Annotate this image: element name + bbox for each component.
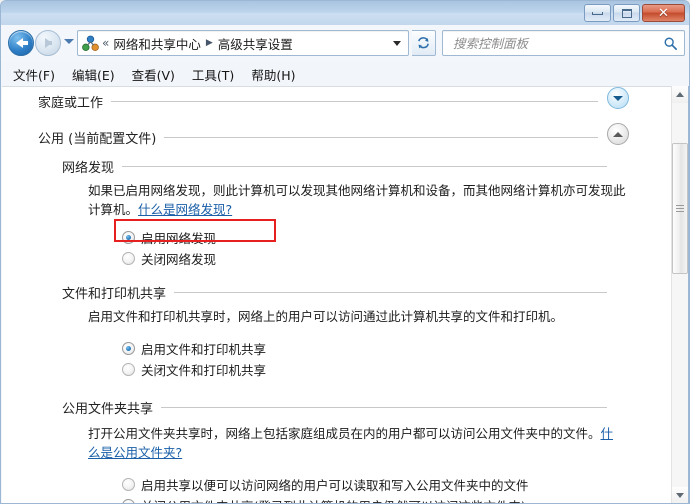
network-sharing-icon [82, 35, 99, 51]
file-printer-sharing-description: 启用文件和打印机共享时，网络上的用户可以访问通过此计算机共享的文件和打印机。 [88, 309, 564, 324]
refresh-button[interactable] [412, 30, 436, 56]
control-panel-window: ✕ « 网络和共享中心 ▶ 高级共享设置 搜索控制面板 文件(F) 编辑(E) … [0, 0, 690, 504]
window-controls: ✕ [584, 4, 685, 22]
radio-disable-file-printer-sharing[interactable]: 关闭文件和打印机共享 [122, 360, 266, 379]
radio-label-disable-file-printer-sharing: 关闭文件和打印机共享 [141, 363, 267, 378]
header-rule [174, 292, 607, 293]
close-icon: ✕ [658, 5, 669, 21]
profile-title-public: 公用 (当前配置文件) [38, 132, 157, 147]
menu-view[interactable]: 查看(V) [132, 65, 175, 84]
header-rule [161, 407, 607, 408]
menu-file[interactable]: 文件(F) [13, 65, 55, 84]
settings-pane: 家庭或工作 公用 (当前配置文件) 网络发现 如果已启用网络发现，则此计算机可以… [2, 86, 688, 503]
radio-indicator-selected [122, 231, 135, 244]
section-title-public-folder-sharing: 公用文件夹共享 [62, 402, 154, 417]
section-header-file-printer-sharing: 文件和打印机共享 [62, 283, 607, 302]
address-dropdown-button[interactable] [388, 31, 406, 55]
breadcrumb-network-center[interactable]: 网络和共享中心 [113, 34, 201, 53]
maximize-icon [621, 8, 632, 18]
radio-indicator-unselected [122, 478, 135, 491]
history-dropdown-icon[interactable] [64, 39, 74, 44]
network-discovery-desc-line2: 计算机。 [88, 202, 139, 217]
radio-indicator-selected [122, 342, 135, 355]
vertical-scrollbar[interactable] [671, 86, 688, 503]
address-bar-row: « 网络和共享中心 ▶ 高级共享设置 [1, 25, 689, 62]
public-folder-desc-line1: 打开公用文件夹共享时，网络上包括家庭组成员在内的用户都可以访问公用文件夹中的文件… [88, 426, 601, 441]
radio-label-enable-file-printer-sharing: 启用文件和打印机共享 [141, 342, 267, 357]
public-folder-sharing-description: 打开公用文件夹共享时，网络上包括家庭组成员在内的用户都可以访问公用文件夹中的文件… [88, 424, 616, 462]
address-bar[interactable]: « 网络和共享中心 ▶ 高级共享设置 [77, 30, 409, 56]
minimize-button[interactable] [584, 4, 611, 22]
window-right-edge [688, 86, 689, 503]
breadcrumb-advanced-sharing[interactable]: 高级共享设置 [218, 34, 293, 53]
radio-enable-file-printer-sharing[interactable]: 启用文件和打印机共享 [122, 339, 266, 358]
section-title-network-discovery: 网络发现 [62, 161, 115, 176]
profile-header-home-work[interactable]: 家庭或工作 [38, 92, 598, 111]
section-header-network-discovery: 网络发现 [62, 157, 607, 176]
chevron-up-icon [613, 131, 623, 137]
menu-edit[interactable]: 编辑(E) [72, 65, 115, 84]
profile-header-public[interactable]: 公用 (当前配置文件) [38, 128, 598, 147]
refresh-icon [418, 36, 429, 48]
radio-label-enable-network-discovery: 启用网络发现 [141, 231, 217, 246]
menu-help[interactable]: 帮助(H) [251, 65, 295, 84]
header-rule [111, 101, 598, 102]
address-chevrons: « [102, 36, 110, 50]
network-discovery-description: 如果已启用网络发现，则此计算机可以发现其他网络计算机和设备，而其他网络计算机亦可… [88, 181, 628, 219]
chevron-down-icon [613, 95, 623, 101]
breadcrumb-separator-icon: ▶ [205, 37, 213, 48]
header-rule [122, 166, 607, 167]
close-button[interactable]: ✕ [642, 4, 685, 22]
search-box[interactable] [442, 30, 685, 56]
arrow-right-icon [45, 38, 52, 48]
section-header-public-folder-sharing: 公用文件夹共享 [62, 398, 607, 417]
settings-content: 家庭或工作 公用 (当前配置文件) 网络发现 如果已启用网络发现，则此计算机可以… [2, 87, 662, 503]
search-input[interactable] [451, 34, 663, 52]
radio-disable-network-discovery[interactable]: 关闭网络发现 [122, 249, 216, 268]
radio-indicator-unselected [122, 252, 135, 265]
minimize-icon [592, 11, 603, 15]
scroll-down-button[interactable] [672, 487, 688, 503]
chevron-down-icon [393, 40, 401, 46]
scrollbar-thumb[interactable] [672, 143, 688, 274]
profile-toggle-public[interactable] [607, 123, 629, 145]
title-bar: ✕ [1, 1, 689, 25]
scroll-up-button[interactable] [672, 86, 688, 103]
link-part-2: 是公用文件夹? [100, 445, 183, 460]
radio-disable-public-folder-sharing[interactable]: 关闭公用文件夹共享(登录到此计算机的用户仍然可以访问这些文件夹) [122, 496, 526, 503]
triangle-down-icon [676, 493, 684, 498]
radio-indicator-selected [122, 499, 135, 503]
scrollbar-grip-icon [676, 205, 684, 212]
maximize-button[interactable] [613, 4, 640, 22]
forward-button[interactable] [35, 30, 61, 56]
arrow-left-icon [16, 38, 28, 48]
window-frame: ✕ « 网络和共享中心 ▶ 高级共享设置 搜索控制面板 文件(F) 编辑(E) … [0, 0, 690, 504]
section-title-file-printer-sharing: 文件和打印机共享 [62, 287, 167, 302]
network-discovery-desc-line1: 如果已启用网络发现，则此计算机可以发现其他网络计算机和设备，而其他网络计算机亦可… [88, 183, 626, 198]
triangle-up-icon [676, 92, 684, 97]
radio-label-disable-public-folder-sharing: 关闭公用文件夹共享(登录到此计算机的用户仍然可以访问这些文件夹) [141, 496, 526, 503]
radio-label-enable-public-folder-sharing: 启用共享以便可以访问网络的用户可以读取和写入公用文件夹中的文件 [141, 478, 529, 493]
radio-label-disable-network-discovery: 关闭网络发现 [141, 252, 217, 267]
search-icon [664, 37, 677, 50]
radio-indicator-unselected [122, 363, 135, 376]
profile-toggle-home-work[interactable] [607, 87, 629, 109]
what-is-network-discovery-link[interactable]: 什么是网络发现? [138, 202, 232, 217]
menu-bar: 文件(F) 编辑(E) 查看(V) 工具(T) 帮助(H) [1, 62, 689, 86]
radio-enable-network-discovery[interactable]: 启用网络发现 [122, 228, 216, 247]
profile-title-home-work: 家庭或工作 [38, 96, 104, 111]
radio-enable-public-folder-sharing[interactable]: 启用共享以便可以访问网络的用户可以读取和写入公用文件夹中的文件 [122, 475, 529, 494]
back-button[interactable] [8, 30, 34, 56]
menu-tools[interactable]: 工具(T) [192, 65, 234, 84]
header-rule [164, 137, 598, 138]
